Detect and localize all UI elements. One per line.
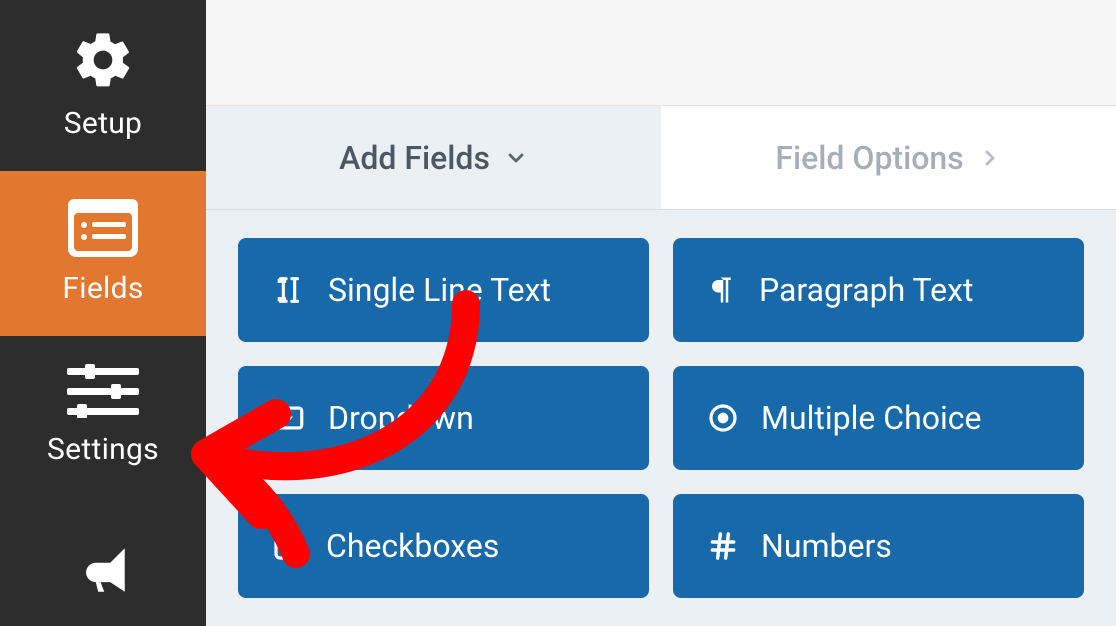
sidebar: Setup Fields	[0, 0, 206, 626]
sidebar-item-label: Settings	[47, 432, 159, 467]
tab-label: Field Options	[775, 139, 963, 177]
sidebar-item-setup[interactable]: Setup	[0, 0, 206, 171]
tab-add-fields[interactable]: Add Fields	[206, 106, 661, 209]
megaphone-icon	[69, 541, 137, 599]
field-btn-label: Checkboxes	[326, 527, 499, 565]
list-icon	[68, 199, 138, 257]
top-bar	[206, 0, 1116, 106]
sliders-icon	[67, 364, 139, 418]
field-btn-label: Single Line Text	[328, 271, 551, 309]
tab-field-options[interactable]: Field Options	[661, 106, 1116, 209]
sidebar-item-label: Setup	[64, 106, 142, 141]
sidebar-item-marketing[interactable]	[0, 497, 206, 626]
sidebar-item-settings[interactable]: Settings	[0, 336, 206, 497]
radio-icon	[707, 402, 739, 434]
sidebar-item-label: Fields	[62, 271, 143, 306]
main-area: Add Fields Field Options Single Line Tex…	[206, 0, 1116, 626]
hash-icon	[707, 530, 739, 562]
gear-icon	[71, 28, 135, 92]
field-btn-checkboxes[interactable]: Checkboxes	[238, 494, 649, 598]
text-cursor-icon	[272, 273, 306, 307]
field-btn-label: Dropdown	[328, 399, 474, 437]
sidebar-item-fields[interactable]: Fields	[0, 171, 206, 336]
field-btn-dropdown[interactable]: Dropdown	[238, 366, 649, 470]
chevron-right-icon	[978, 146, 1002, 170]
tabs: Add Fields Field Options	[206, 106, 1116, 210]
tab-label: Add Fields	[339, 139, 490, 177]
field-btn-label: Numbers	[761, 527, 892, 565]
field-btn-numbers[interactable]: Numbers	[673, 494, 1084, 598]
field-btn-single-line-text[interactable]: Single Line Text	[238, 238, 649, 342]
field-btn-paragraph-text[interactable]: Paragraph Text	[673, 238, 1084, 342]
chevron-down-icon	[504, 146, 528, 170]
field-btn-label: Paragraph Text	[759, 271, 973, 309]
dropdown-icon	[272, 401, 306, 435]
field-btn-label: Multiple Choice	[761, 399, 981, 437]
fields-panel: Single Line Text Paragraph Text Dropdown…	[206, 210, 1116, 626]
checkbox-icon	[272, 530, 304, 562]
paragraph-icon	[707, 273, 737, 307]
field-btn-multiple-choice[interactable]: Multiple Choice	[673, 366, 1084, 470]
